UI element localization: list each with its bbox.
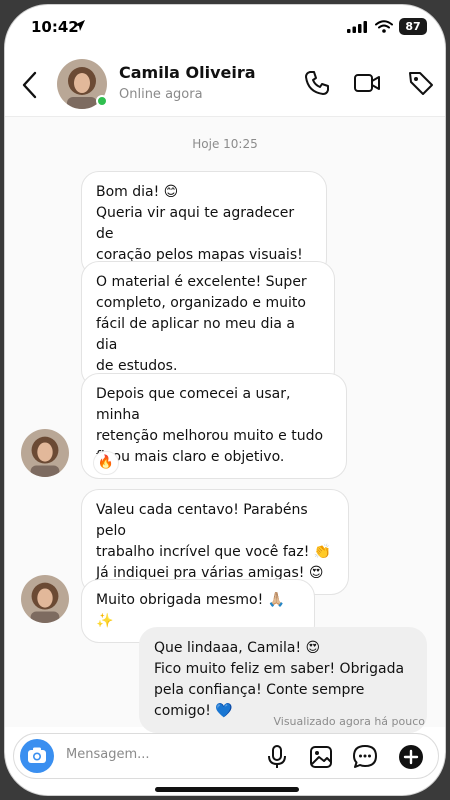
microphone-icon[interactable]	[264, 744, 290, 770]
battery-indicator: 87	[399, 18, 427, 35]
message-composer[interactable]: Mensagem...	[13, 733, 439, 779]
phone-icon[interactable]	[303, 69, 331, 97]
received-message[interactable]: Depois que comecei a usar, minha retençã…	[81, 373, 347, 479]
phone-screen: 10:42 87 Camila Oliveira Online agora Ho…	[4, 4, 446, 796]
home-indicator[interactable]	[155, 787, 299, 792]
video-icon[interactable]	[353, 69, 381, 97]
chat-header: Camila Oliveira Online agora	[5, 49, 445, 117]
camera-icon	[28, 747, 46, 763]
message-thread[interactable]: Hoje 10:25 Bom dia! 😊 Queria vir aqui te…	[5, 117, 445, 733]
online-indicator	[96, 95, 108, 107]
message-reaction[interactable]: 🔥	[93, 451, 119, 475]
location-arrow-icon	[74, 20, 85, 31]
status-time: 10:42	[31, 18, 79, 36]
back-icon[interactable]	[17, 69, 45, 101]
status-bar: 10:42 87	[5, 5, 445, 49]
contact-name[interactable]: Camila Oliveira	[119, 63, 256, 82]
sticker-icon[interactable]	[352, 744, 378, 770]
tag-icon[interactable]	[407, 69, 435, 97]
plus-icon[interactable]	[398, 744, 424, 770]
message-input[interactable]: Mensagem...	[66, 747, 150, 762]
wifi-icon	[375, 20, 393, 33]
contact-avatar-small[interactable]	[21, 575, 69, 623]
contact-avatar-small[interactable]	[21, 429, 69, 477]
presence-status: Online agora	[119, 87, 203, 102]
signal-icon	[347, 21, 367, 33]
thread-timestamp: Hoje 10:25	[192, 137, 258, 151]
received-message[interactable]: O material é excelente! Super completo, …	[81, 261, 335, 388]
seen-status: Visualizado agora há pouco	[273, 715, 425, 728]
camera-button[interactable]	[20, 739, 54, 773]
image-icon[interactable]	[308, 744, 334, 770]
